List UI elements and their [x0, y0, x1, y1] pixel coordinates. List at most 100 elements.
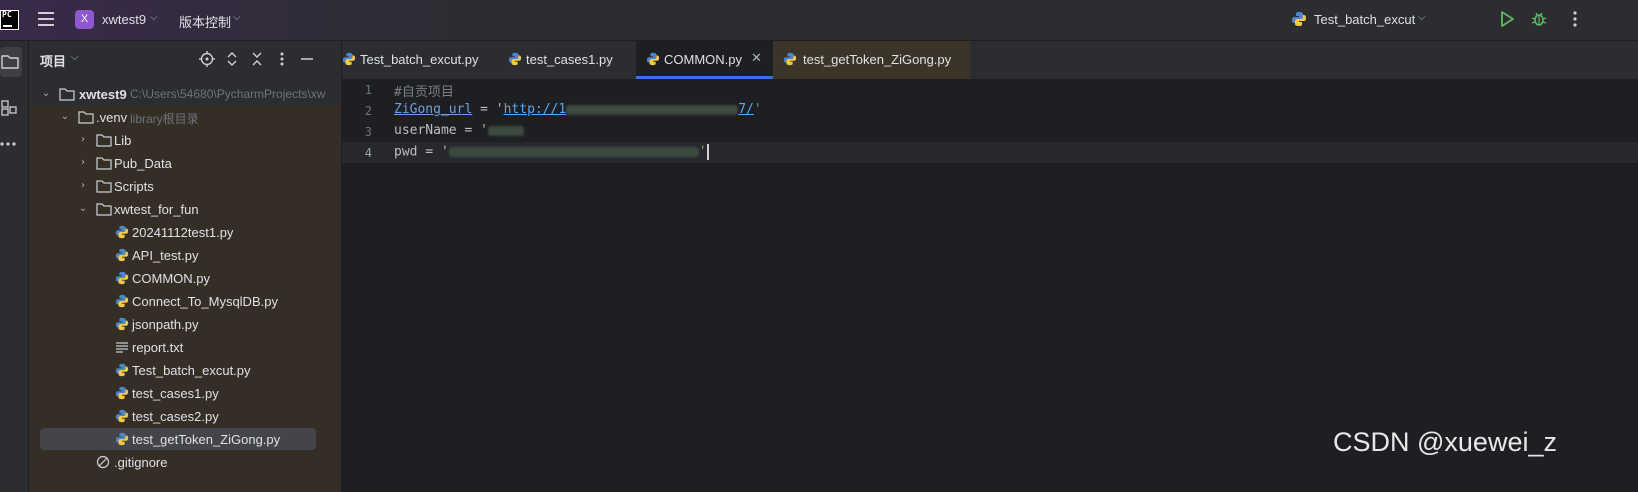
tree-item-label: test_cases2.py: [132, 409, 219, 424]
line-number: 3: [364, 125, 372, 139]
code-line-3[interactable]: userName = ': [394, 123, 524, 138]
tree-item-pub-data[interactable]: › Pub_Data: [29, 152, 341, 175]
more-options-icon[interactable]: [1572, 10, 1578, 28]
tree-item-venv[interactable]: ⌄ .venv library根目录: [29, 106, 341, 129]
chevron-down-icon[interactable]: ⌵: [233, 12, 241, 23]
folder-icon: [96, 157, 112, 170]
python-file-icon: [115, 409, 129, 423]
main-menu-icon[interactable]: [38, 12, 54, 26]
python-file-icon: [115, 248, 129, 262]
python-file-icon: [115, 294, 129, 308]
tree-item-file[interactable]: Connect_To_MysqlDB.py: [29, 290, 341, 313]
tab-label: test_getToken_ZiGong.py: [803, 52, 952, 67]
tab-test-cases1[interactable]: test_cases1.py: [508, 41, 634, 79]
chevron-right-icon[interactable]: ›: [77, 157, 89, 168]
python-file-icon: [115, 432, 129, 446]
tree-item-file[interactable]: test_cases2.py: [29, 405, 341, 428]
collapse-all-icon[interactable]: [248, 50, 266, 68]
tab-test-batch-excut[interactable]: Test_batch_excut.py: [342, 41, 504, 79]
options-icon[interactable]: [273, 50, 291, 68]
code-operator: = ': [472, 102, 504, 117]
vcs-menu[interactable]: 版本控制: [179, 12, 231, 31]
tree-item-file[interactable]: report.txt: [29, 336, 341, 359]
code-string[interactable]: http://1: [504, 102, 567, 117]
chevron-right-icon[interactable]: ›: [77, 180, 89, 191]
tree-item-file[interactable]: 20241112test1.py: [29, 221, 341, 244]
close-icon[interactable]: ✕: [751, 51, 762, 66]
tab-test-gettoken-zigong[interactable]: test_getToken_ZiGong.py: [773, 41, 970, 79]
chevron-down-icon[interactable]: ⌄: [77, 203, 89, 214]
tree-item-xwtest9[interactable]: ⌄ xwtest9 C:\Users\54680\PycharmProjects…: [29, 83, 341, 106]
redacted-text: [566, 104, 739, 115]
code-string[interactable]: 7/: [738, 102, 754, 117]
project-folder-icon[interactable]: [0, 47, 28, 77]
project-panel-title[interactable]: 项目: [40, 51, 66, 70]
code-line-4[interactable]: pwd = ' ': [394, 144, 709, 160]
tree-item-label: Lib: [114, 133, 132, 148]
tree-item-file[interactable]: COMMON.py: [29, 267, 341, 290]
chevron-down-icon[interactable]: ⌄: [59, 111, 71, 122]
line-number-gutter: 1 2 3 4: [342, 79, 392, 492]
text-caret: [706, 144, 709, 160]
code-comment: #自贡项目: [394, 85, 454, 100]
code-quote: ': [698, 144, 707, 160]
tree-item-scripts[interactable]: › Scripts: [29, 175, 341, 198]
tab-label: Test_batch_excut.py: [360, 52, 479, 67]
tree-item-label: xwtest9: [79, 87, 127, 102]
run-configuration-selector[interactable]: Test_batch_excut: [1314, 12, 1415, 27]
folder-icon: [96, 180, 112, 193]
chevron-down-icon[interactable]: ⌵: [71, 52, 79, 63]
ignore-file-icon: [96, 455, 110, 469]
more-tool-windows-icon[interactable]: [0, 129, 28, 159]
chevron-right-icon[interactable]: ›: [77, 134, 89, 145]
python-file-icon: [646, 52, 660, 66]
tree-item-label: .venv: [96, 110, 128, 125]
tree-item-label: test_getToken_ZiGong.py: [132, 432, 281, 447]
code-line-2[interactable]: ZiGong_url = 'http://1 7/': [394, 102, 762, 117]
watermark: CSDN @xuewei_z: [1333, 427, 1557, 457]
title-bar: PC X xwtest9 ⌵ 版本控制 ⌵ Test_batch_excut ⌵: [0, 0, 1638, 41]
project-name[interactable]: xwtest9: [102, 12, 146, 27]
run-icon[interactable]: [1499, 10, 1515, 28]
chevron-down-icon[interactable]: ⌵: [1418, 12, 1426, 23]
python-icon: [1292, 12, 1306, 26]
locate-file-icon[interactable]: [198, 50, 216, 68]
tab-label: test_cases1.py: [526, 52, 613, 67]
debug-icon[interactable]: [1530, 10, 1548, 28]
project-badge[interactable]: X: [75, 10, 94, 29]
python-file-icon: [342, 52, 356, 66]
tree-item-file[interactable]: Test_batch_excut.py: [29, 359, 341, 382]
tree-item-label: Connect_To_MysqlDB.py: [132, 294, 278, 309]
pycharm-logo-icon: PC: [0, 10, 19, 30]
code-line-1[interactable]: #自贡项目: [394, 81, 454, 100]
tree-item-label: jsonpath.py: [132, 317, 199, 332]
tree-item-file[interactable]: test_cases1.py: [29, 382, 341, 405]
structure-icon[interactable]: [0, 93, 28, 123]
tree-item-file[interactable]: jsonpath.py: [29, 313, 341, 336]
tree-item-path: C:\Users\54680\PycharmProjects\xw: [130, 87, 326, 101]
redacted-text: [487, 125, 524, 136]
tree-item-file-selected[interactable]: test_getToken_ZiGong.py: [29, 428, 341, 451]
editor-tab-bar: Test_batch_excut.py test_cases1.py COMMO…: [342, 41, 1638, 80]
code-variable[interactable]: ZiGong_url: [394, 102, 472, 117]
line-number: 2: [364, 104, 372, 118]
tab-common[interactable]: COMMON.py ✕: [636, 41, 773, 79]
text-file-icon: [116, 342, 128, 353]
tree-item-hint: library根目录: [130, 112, 199, 126]
expand-all-icon[interactable]: [223, 50, 241, 68]
chevron-down-icon[interactable]: ⌵: [150, 12, 158, 23]
line-number: 1: [364, 83, 372, 97]
tree-item-label: COMMON.py: [132, 271, 210, 286]
folder-icon: [96, 203, 112, 216]
tree-item-label: API_test.py: [132, 248, 199, 263]
python-file-icon: [115, 271, 129, 285]
tree-item-xwtest-for-fun[interactable]: ⌄ xwtest_for_fun: [29, 198, 341, 221]
tree-item-file[interactable]: API_test.py: [29, 244, 341, 267]
tree-item-label: 20241112test1.py: [132, 225, 234, 240]
tree-item-file[interactable]: .gitignore: [29, 451, 341, 474]
hide-panel-icon[interactable]: [298, 50, 316, 68]
tree-item-label: .gitignore: [114, 455, 168, 470]
tree-item-lib[interactable]: › Lib: [29, 129, 341, 152]
code-editor[interactable]: 1 2 3 4 #自贡项目 ZiGong_url = 'http://1 7/' …: [342, 79, 1638, 492]
chevron-down-icon[interactable]: ⌄: [40, 88, 52, 99]
